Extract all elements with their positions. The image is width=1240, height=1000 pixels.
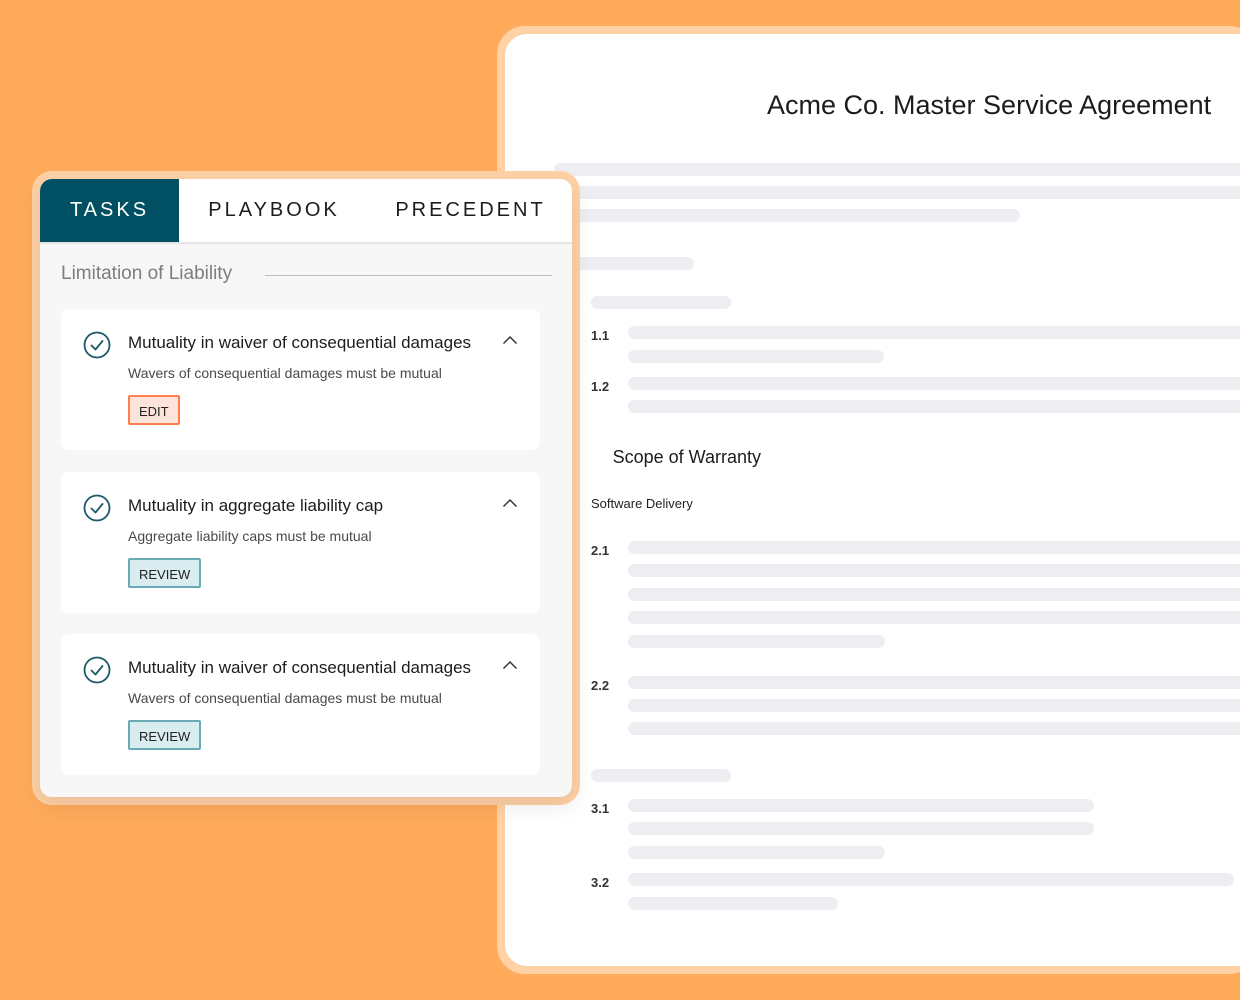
text-placeholder-line bbox=[628, 377, 1240, 390]
chevron-up-icon[interactable] bbox=[502, 660, 518, 670]
text-placeholder-line bbox=[628, 699, 1240, 712]
document-title: Acme Co. Master Service Agreement bbox=[767, 90, 1212, 120]
task-title: Mutuality in aggregate liability cap bbox=[128, 496, 384, 515]
text-placeholder-line bbox=[628, 564, 1240, 577]
text-placeholder-line bbox=[628, 822, 1094, 835]
edit-button[interactable]: EDIT bbox=[128, 395, 180, 425]
review-button[interactable]: REVIEW bbox=[128, 720, 202, 750]
text-placeholder-line bbox=[628, 611, 1240, 624]
text-placeholder-line bbox=[628, 350, 884, 363]
text-placeholder-line bbox=[554, 186, 1240, 199]
clause-number: 1.1 bbox=[591, 328, 610, 343]
clause-number: 1.2 bbox=[591, 379, 610, 394]
section-label: Limitation of Liability bbox=[61, 263, 233, 284]
text-placeholder-line bbox=[554, 209, 1020, 222]
text-placeholder-line bbox=[628, 873, 1234, 886]
check-circle-icon bbox=[83, 656, 111, 684]
document-page: Acme Co. Master Service Agreement 1.1 1.… bbox=[505, 34, 1240, 966]
text-placeholder-line bbox=[628, 722, 1240, 735]
task-card: Mutuality in waiver of consequential dam… bbox=[61, 309, 540, 450]
check-circle-icon bbox=[83, 494, 111, 522]
text-placeholder-line bbox=[628, 588, 1240, 601]
heading-placeholder-line bbox=[591, 296, 731, 309]
clause-number: 2.2 bbox=[591, 678, 610, 693]
task-card: Mutuality in aggregate liability cap Agg… bbox=[61, 472, 540, 613]
sub-heading: Software Delivery bbox=[591, 496, 693, 511]
text-placeholder-line bbox=[628, 799, 1094, 812]
section-divider bbox=[265, 275, 552, 276]
task-description: Wavers of consequential damages must be … bbox=[128, 365, 442, 381]
section-header: Limitation of Liability bbox=[61, 263, 552, 287]
task-title: Mutuality in waiver of consequential dam… bbox=[128, 333, 472, 352]
task-description: Wavers of consequential damages must be … bbox=[128, 690, 442, 706]
review-button[interactable]: REVIEW bbox=[128, 558, 202, 588]
tasks-panel: TASKS PLAYBOOK PRECEDENT Limitation of L… bbox=[40, 179, 572, 797]
text-placeholder-line bbox=[628, 400, 1240, 413]
chevron-up-icon[interactable] bbox=[502, 335, 518, 345]
text-placeholder-line bbox=[554, 163, 1240, 176]
tab-playbook[interactable]: PLAYBOOK bbox=[179, 179, 369, 242]
text-placeholder-line bbox=[628, 846, 885, 859]
text-placeholder-line bbox=[628, 676, 1240, 689]
tab-bar: TASKS PLAYBOOK PRECEDENT bbox=[40, 179, 572, 244]
task-card: Mutuality in waiver of consequential dam… bbox=[61, 634, 540, 775]
section-heading: Scope of Warranty bbox=[612, 447, 761, 467]
tab-tasks[interactable]: TASKS bbox=[40, 179, 179, 242]
text-placeholder-line bbox=[628, 541, 1240, 554]
text-placeholder-line bbox=[628, 326, 1240, 339]
task-description: Aggregate liability caps must be mutual bbox=[128, 528, 372, 544]
tab-precedent[interactable]: PRECEDENT bbox=[369, 179, 572, 242]
task-title: Mutuality in waiver of consequential dam… bbox=[128, 658, 472, 677]
clause-number: 3.1 bbox=[591, 801, 610, 816]
clause-number: 3.2 bbox=[591, 875, 610, 890]
heading-placeholder-line bbox=[565, 257, 694, 270]
clause-number: 2.1 bbox=[591, 543, 610, 558]
chevron-up-icon[interactable] bbox=[502, 498, 518, 508]
text-placeholder-line bbox=[628, 635, 885, 648]
heading-placeholder-line bbox=[591, 769, 731, 782]
text-placeholder-line bbox=[628, 897, 838, 910]
check-circle-icon bbox=[83, 331, 111, 359]
